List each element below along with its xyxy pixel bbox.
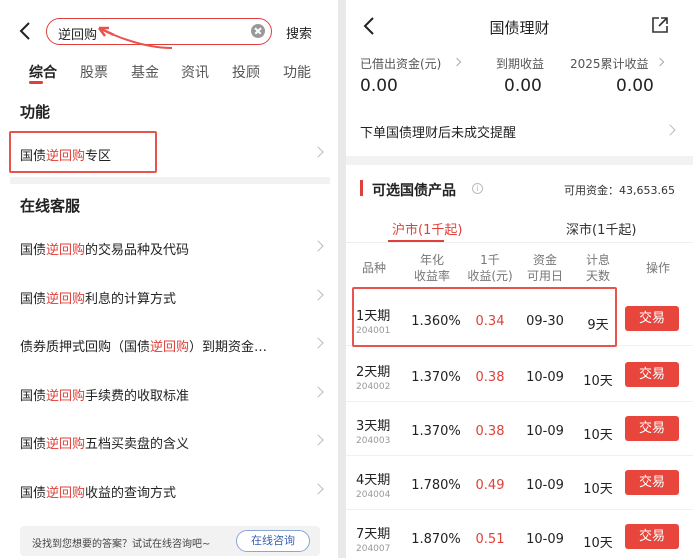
tab-shanghai-market[interactable]: 沪市(1千起) [392,219,462,238]
back-arrow-icon[interactable] [14,19,38,43]
chevron-right-icon [312,289,324,301]
chevron-right-icon [312,240,324,252]
chevron-right-icon [312,386,324,398]
trade-button[interactable]: 交易 [625,306,679,331]
annotation-arrow-icon [98,26,173,49]
search-button[interactable]: 搜索 [286,23,312,42]
table-row: 2天期 204002 1.370% 0.38 10-09 10天 交易 [346,346,693,402]
trade-button[interactable]: 交易 [625,416,679,441]
chevron-right-icon [664,124,676,136]
faq-item[interactable]: 国债逆回购收益的查询方式 [0,472,338,510]
product-code: 204007 [356,544,391,554]
product-code: 204004 [356,490,391,500]
interest-days: 10天 [583,482,613,497]
available-funds: 可用资金：43,653.65 [564,184,675,197]
chevron-right-icon [312,337,324,349]
chevron-right-icon [312,434,324,446]
header-income-per-1k: 1千 收益(元) [467,253,513,283]
annual-rate: 1.780% [411,478,461,493]
interest-days: 10天 [583,428,613,443]
cumulative-income-label[interactable]: 2025累计收益 [570,55,649,72]
tab-stocks[interactable]: 股票 [80,62,108,82]
chevron-right-icon [452,57,462,67]
treasury-finance-panel: 国债理财 已借出资金(元) 0.00 到期收益 0.00 2025累计收益 0.… [346,0,693,558]
header-annual-rate: 年化 收益率 [413,253,450,283]
chevron-right-icon [312,483,324,495]
available-date: 10-09 [526,478,564,493]
section-divider [10,177,330,184]
tab-comprehensive[interactable]: 综合 [29,62,57,82]
lent-funds-value: 0.00 [360,76,398,96]
available-date: 10-09 [526,532,564,547]
category-tabs: 综合 股票 基金 资讯 投顾 功能 [0,62,338,86]
table-row: 7天期 204007 1.870% 0.51 10-09 10天 交易 [346,508,693,558]
online-consult-bar: 没找到您想要的答案？试试在线咨询吧~ 在线咨询 [20,526,320,556]
chevron-right-icon [655,57,665,67]
faq-item[interactable]: 国债逆回购五档买卖盘的含义 [0,423,338,461]
lent-funds-label[interactable]: 已借出资金(元) [360,55,441,72]
section-divider [346,156,693,165]
table-row: 3天期 204003 1.370% 0.38 10-09 10天 交易 [346,400,693,456]
maturity-income-label: 到期收益 [496,57,545,71]
header-interest-days: 计息 天数 [585,253,610,283]
annual-rate: 1.370% [411,424,461,439]
annual-rate: 1.870% [411,532,461,547]
annotation-highlight-box [352,287,617,347]
tab-news[interactable]: 资讯 [181,62,209,82]
income-per-1k: 0.38 [475,424,505,439]
product-name: 4天期 [356,473,391,488]
header-variety: 品种 [361,261,386,275]
products-title: 可选国债产品 [372,183,456,199]
trade-button[interactable]: 交易 [625,362,679,387]
faq-item[interactable]: 国债逆回购的交易品种及代码 [0,229,338,267]
search-results-panel: 逆回购 搜索 综合 股票 基金 资讯 投顾 功能 功能 国债逆回购专区 在线客服 [0,0,338,558]
income-per-1k: 0.38 [475,370,505,385]
clear-icon[interactable] [251,24,265,38]
page-title: 国债理财 [489,19,550,37]
tab-advisor[interactable]: 投顾 [232,62,260,82]
income-per-1k: 0.51 [475,532,505,547]
pending-order-reminder[interactable]: 下单国债理财后未成交提醒 [360,122,516,141]
section-title-function: 功能 [20,103,51,121]
tab-shenzhen-market[interactable]: 深市(1千起) [566,219,636,238]
available-date: 10-09 [526,424,564,439]
section-title-service: 在线客服 [20,197,81,215]
header-action: 操作 [645,261,670,275]
product-code: 204002 [356,382,391,392]
trade-button[interactable]: 交易 [625,470,679,495]
trade-button[interactable]: 交易 [625,524,679,549]
section-accent-bar [360,180,363,196]
chevron-right-icon [312,146,324,158]
divider [346,242,693,243]
tab-function[interactable]: 功能 [283,62,311,82]
product-name: 3天期 [356,419,391,434]
annual-rate: 1.370% [411,370,461,385]
faq-item[interactable]: 债券质押式回购（国债逆回购）到期资金… [0,326,338,364]
active-tab-indicator [29,81,43,84]
product-name: 2天期 [356,365,391,380]
table-row: 4天期 204004 1.780% 0.49 10-09 10天 交易 [346,454,693,510]
maturity-income-value: 0.00 [504,76,542,96]
income-per-1k: 0.49 [475,478,505,493]
interest-days: 10天 [583,374,613,389]
share-icon[interactable] [651,16,669,34]
annotation-highlight-box [9,131,157,173]
product-name: 7天期 [356,527,391,542]
cumulative-income-value: 0.00 [616,76,654,96]
interest-days: 10天 [583,536,613,551]
search-query[interactable]: 逆回购 [58,24,97,43]
online-consult-button[interactable]: 在线咨询 [236,530,310,552]
tab-funds[interactable]: 基金 [131,62,159,82]
consult-prompt: 没找到您想要的答案？试试在线咨询吧~ [32,539,211,550]
faq-item[interactable]: 国债逆回购手续费的收取标准 [0,375,338,413]
available-date: 10-09 [526,370,564,385]
faq-item[interactable]: 国债逆回购利息的计算方式 [0,278,338,316]
header-available-date: 资金 可用日 [526,253,563,283]
info-icon[interactable]: i [472,183,483,194]
product-code: 204003 [356,436,391,446]
